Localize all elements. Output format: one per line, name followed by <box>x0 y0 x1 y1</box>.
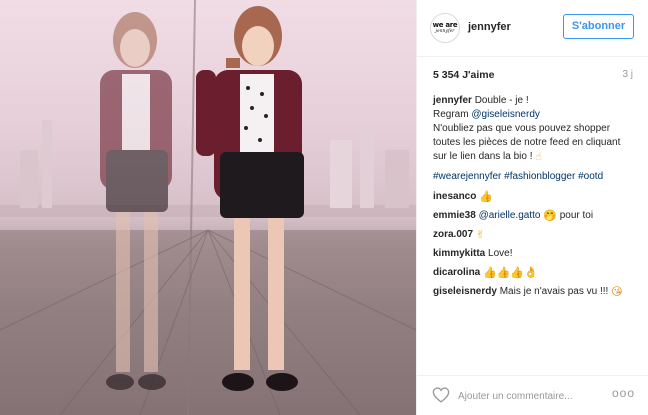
hashtags: #wearejennyfer #fashionblogger #ootd <box>433 170 639 184</box>
caption-regram-label: Regram <box>433 109 469 120</box>
hashtag-link[interactable]: #fashionblogger <box>504 171 575 182</box>
likes-count[interactable]: 5 354 J'aime <box>433 69 494 81</box>
post-meta: 5 354 J'aime 3 j <box>417 57 648 90</box>
caption-text-line5: sur le lien dans la bio ! <box>433 151 533 162</box>
follow-button[interactable]: S'abonner <box>563 14 634 39</box>
caption-text-line3: N'oubliez pas que vous pouvez shopper <box>433 123 611 134</box>
caption: jennyfer Double - je ! Regram @giseleisn… <box>433 94 639 164</box>
caption-text-line4: toutes les pièces de notre feed en cliqu… <box>433 137 621 148</box>
avatar-logo-line1: we are <box>432 20 458 29</box>
caption-regram-mention[interactable]: @giseleisnerdy <box>471 109 540 120</box>
post-side-panel: we are jennyfer jennyfer S'abonner 5 354… <box>416 0 648 415</box>
comment-item: kimmykitta Love! <box>433 247 639 261</box>
comments-list: jennyfer Double - je ! Regram @giseleisn… <box>433 94 639 304</box>
hand-over-mouth-emoji-icon: 🤭 <box>543 209 557 222</box>
comment-item: zora.007 ✌ <box>433 228 639 242</box>
avatar[interactable]: we are jennyfer <box>430 13 460 43</box>
hashtag-link[interactable]: #ootd <box>578 171 603 182</box>
header-username[interactable]: jennyfer <box>468 21 511 33</box>
add-comment-input[interactable] <box>458 387 618 405</box>
comment-item: emmie38 @arielle.gatto 🤭 pour toi <box>433 209 639 223</box>
comment-item: giseleisnerdy Mais je n'avais pas vu !!!… <box>433 285 639 299</box>
comment-username[interactable]: giseleisnerdy <box>433 286 497 297</box>
comment-mention[interactable]: @arielle.gatto <box>479 210 541 221</box>
thumbs-up-ok-emoji-icon: 👍👍👍👌 <box>483 266 538 279</box>
comment-item: dicarolina 👍👍👍👌 <box>433 266 639 280</box>
photo-illustration <box>0 0 416 415</box>
hashtag-link[interactable]: #wearejennyfer <box>433 171 501 182</box>
comment-text: Love! <box>488 248 513 259</box>
pointing-up-emoji-icon: ☝ <box>535 150 542 163</box>
kissing-face-emoji-icon: 😘 <box>611 285 623 298</box>
thumbs-up-emoji-icon: 👍 <box>479 190 493 203</box>
caption-username[interactable]: jennyfer <box>433 95 472 106</box>
comment-username[interactable]: kimmykitta <box>433 248 485 259</box>
avatar-logo-line2: jennyfer <box>435 28 455 34</box>
more-options-icon[interactable]: ooo <box>612 386 635 400</box>
comment-username[interactable]: emmie38 <box>433 210 476 221</box>
instagram-post: we are jennyfer jennyfer S'abonner 5 354… <box>0 0 648 415</box>
post-header: we are jennyfer jennyfer S'abonner <box>417 0 648 57</box>
post-time[interactable]: 3 j <box>622 69 633 80</box>
victory-hand-emoji-icon: ✌ <box>475 228 486 241</box>
comment-item: inesanco 👍 <box>433 190 639 204</box>
caption-text-line1: Double - je ! <box>474 95 529 106</box>
comment-text: Mais je n'avais pas vu !!! <box>499 286 609 297</box>
heart-icon[interactable] <box>432 387 450 403</box>
post-photo[interactable] <box>0 0 416 415</box>
comment-username[interactable]: inesanco <box>433 191 476 202</box>
comment-text: pour toi <box>559 210 594 221</box>
comment-footer: ooo <box>417 375 648 415</box>
comment-username[interactable]: dicarolina <box>433 267 480 278</box>
comment-username[interactable]: zora.007 <box>433 229 473 240</box>
